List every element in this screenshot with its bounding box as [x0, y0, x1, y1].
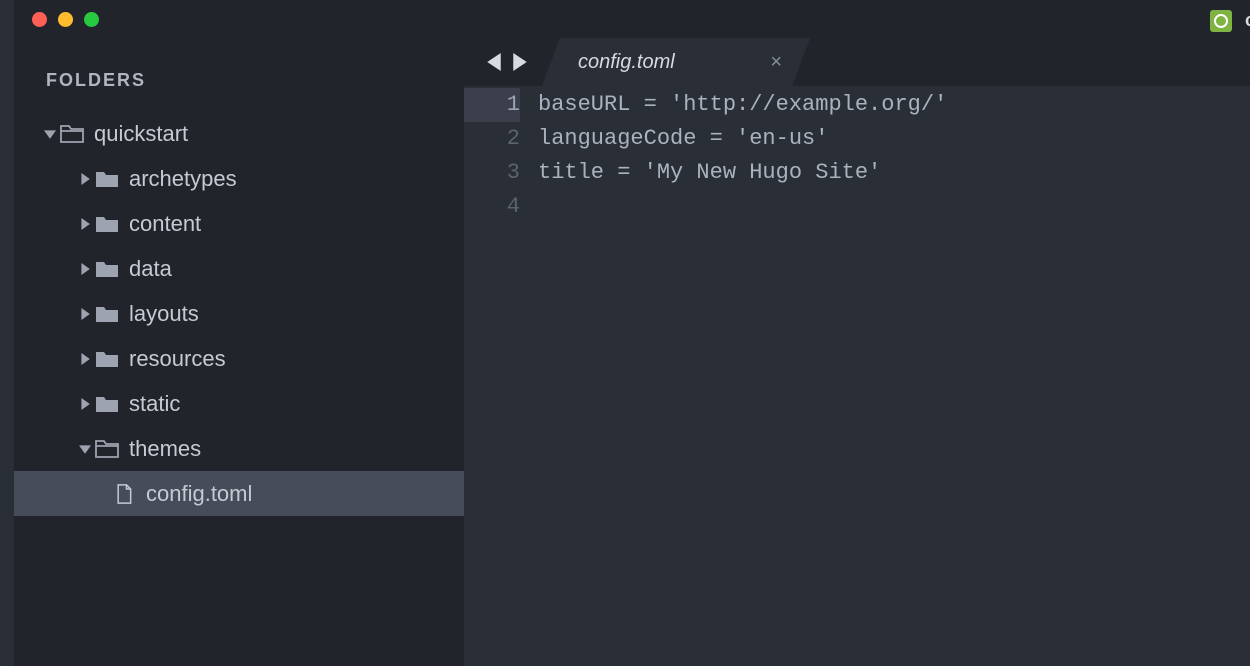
code-line: title = 'My New Hugo Site' [538, 156, 1250, 190]
chevron-right-icon[interactable] [79, 218, 91, 230]
chevron-right-icon[interactable] [79, 353, 91, 365]
traffic-lights [32, 12, 99, 27]
folder-icon [95, 304, 119, 324]
line-number: 2 [464, 122, 520, 156]
tree-item-label: static [129, 391, 180, 417]
tab-bar: config.toml × [464, 38, 1250, 86]
folder-icon [95, 214, 119, 234]
tree-folder-quickstart[interactable]: quickstart [14, 111, 464, 156]
folder-open-icon [60, 124, 84, 144]
code-line: baseURL = 'http://example.org/' [538, 88, 1250, 122]
close-window-button[interactable] [32, 12, 47, 27]
editor-window: c FOLDERS quickstart archet [14, 0, 1250, 666]
title-bar: c [14, 0, 1250, 38]
tree-item-label: config.toml [146, 481, 252, 507]
file-icon [112, 484, 136, 504]
tree-folder-archetypes[interactable]: archetypes [14, 156, 464, 201]
folder-sidebar: FOLDERS quickstart archetypes [14, 38, 464, 666]
line-number: 4 [464, 190, 520, 224]
chevron-right-icon[interactable] [79, 398, 91, 410]
code-editor[interactable]: 1 2 3 4 baseURL = 'http://example.org/' … [464, 86, 1250, 666]
nav-forward-button[interactable] [510, 52, 530, 72]
chevron-down-icon[interactable] [79, 443, 91, 455]
folder-open-icon [95, 439, 119, 459]
code-line: languageCode = 'en-us' [538, 122, 1250, 156]
tree-item-label: archetypes [129, 166, 237, 192]
chevron-right-icon[interactable] [79, 263, 91, 275]
tab-close-button[interactable]: × [770, 51, 782, 74]
tree-folder-data[interactable]: data [14, 246, 464, 291]
chevron-right-icon[interactable] [79, 308, 91, 320]
tree-item-label: data [129, 256, 172, 282]
tree-item-label: layouts [129, 301, 199, 327]
line-number: 1 [464, 88, 520, 122]
tree-item-label: resources [129, 346, 226, 372]
tree-folder-themes[interactable]: themes [14, 426, 464, 471]
app-icon [1210, 10, 1232, 32]
folder-icon [95, 259, 119, 279]
nav-back-button[interactable] [484, 52, 504, 72]
chevron-right-icon[interactable] [79, 173, 91, 185]
tree-folder-content[interactable]: content [14, 201, 464, 246]
tree-item-label: content [129, 211, 201, 237]
maximize-window-button[interactable] [84, 12, 99, 27]
app-label: c [1245, 10, 1250, 31]
tree-folder-resources[interactable]: resources [14, 336, 464, 381]
code-content[interactable]: baseURL = 'http://example.org/' language… [538, 88, 1250, 666]
tab-label: config.toml [578, 51, 675, 74]
tree-item-label: themes [129, 436, 201, 462]
folder-icon [95, 169, 119, 189]
folder-icon [95, 349, 119, 369]
tree-folder-static[interactable]: static [14, 381, 464, 426]
tree-file-config-toml[interactable]: config.toml [14, 471, 464, 516]
tree-item-label: quickstart [94, 121, 188, 147]
line-gutter: 1 2 3 4 [464, 88, 538, 666]
tree-folder-layouts[interactable]: layouts [14, 291, 464, 336]
code-line [538, 190, 1250, 224]
tab-config-toml[interactable]: config.toml × [542, 38, 810, 86]
folder-icon [95, 394, 119, 414]
editor-area: config.toml × 1 2 3 4 baseURL = 'http://… [464, 38, 1250, 666]
line-number: 3 [464, 156, 520, 190]
sidebar-header: FOLDERS [14, 70, 464, 91]
chevron-down-icon[interactable] [44, 128, 56, 140]
minimize-window-button[interactable] [58, 12, 73, 27]
